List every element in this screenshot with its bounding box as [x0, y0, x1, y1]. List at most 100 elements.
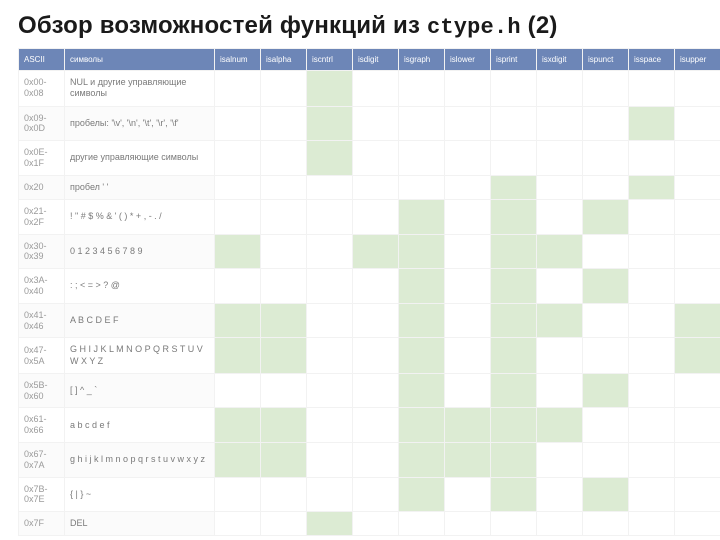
cell-isdigit — [353, 106, 399, 141]
cell-isalnum — [215, 106, 261, 141]
cell-iscntrl — [307, 512, 353, 536]
cell-isgraph — [399, 141, 445, 176]
cell-ispunct — [583, 71, 629, 107]
cell-iscntrl — [307, 303, 353, 338]
cell-isxdigit — [537, 477, 583, 512]
table-row: 0x7B-0x7E{ | } ~ — [19, 477, 720, 512]
table-head-row: ASCIIсимволыisalnumisalphaiscntrlisdigit… — [19, 49, 720, 71]
cell-islower — [445, 443, 491, 478]
cell-isgraph — [399, 106, 445, 141]
cell-isdigit — [353, 175, 399, 199]
cell-isgraph — [399, 303, 445, 338]
cell-isupper — [675, 175, 720, 199]
cell-isspace — [629, 408, 675, 443]
cell-chars: : ; < = > ? @ — [65, 269, 215, 304]
cell-isalpha — [261, 373, 307, 408]
cell-isalpha — [261, 303, 307, 338]
cell-isprint — [491, 269, 537, 304]
cell-ascii: 0x5B-0x60 — [19, 373, 65, 408]
cell-ascii: 0x0E-0x1F — [19, 141, 65, 176]
cell-isspace — [629, 512, 675, 536]
cell-isdigit — [353, 373, 399, 408]
cell-isalpha — [261, 477, 307, 512]
cell-isprint — [491, 199, 537, 234]
cell-iscntrl — [307, 106, 353, 141]
cell-chars: другие управляющие символы — [65, 141, 215, 176]
cell-isdigit — [353, 512, 399, 536]
cell-islower — [445, 106, 491, 141]
cell-isalnum — [215, 477, 261, 512]
cell-iscntrl — [307, 443, 353, 478]
table-row: 0x61-0x66a b c d e f — [19, 408, 720, 443]
cell-isalpha — [261, 269, 307, 304]
cell-chars: A B C D E F — [65, 303, 215, 338]
cell-iscntrl — [307, 71, 353, 107]
col-isxdigit: isxdigit — [537, 49, 583, 71]
cell-isalpha — [261, 106, 307, 141]
cell-isdigit — [353, 338, 399, 374]
cell-isalnum — [215, 269, 261, 304]
cell-chars: ! " # $ % & ' ( ) * + , - . / — [65, 199, 215, 234]
cell-isdigit — [353, 269, 399, 304]
col-isalnum: isalnum — [215, 49, 261, 71]
cell-ispunct — [583, 512, 629, 536]
cell-iscntrl — [307, 338, 353, 374]
cell-isdigit — [353, 234, 399, 269]
cell-isalpha — [261, 199, 307, 234]
cell-isgraph — [399, 512, 445, 536]
cell-islower — [445, 199, 491, 234]
cell-isxdigit — [537, 408, 583, 443]
title-suffix: (2) — [521, 12, 558, 39]
cell-isxdigit — [537, 373, 583, 408]
cell-ascii: 0x61-0x66 — [19, 408, 65, 443]
cell-isspace — [629, 477, 675, 512]
cell-isalnum — [215, 303, 261, 338]
cell-isupper — [675, 373, 720, 408]
col-isalpha: isalpha — [261, 49, 307, 71]
cell-islower — [445, 338, 491, 374]
col-islower: islower — [445, 49, 491, 71]
cell-isxdigit — [537, 512, 583, 536]
cell-isprint — [491, 443, 537, 478]
cell-ispunct — [583, 477, 629, 512]
cell-isdigit — [353, 443, 399, 478]
cell-ispunct — [583, 269, 629, 304]
cell-ispunct — [583, 408, 629, 443]
cell-ascii: 0x00-0x08 — [19, 71, 65, 107]
cell-isalpha — [261, 175, 307, 199]
col-ascii: ASCII — [19, 49, 65, 71]
cell-iscntrl — [307, 477, 353, 512]
cell-chars: G H I J K L M N O P Q R S T U V W X Y Z — [65, 338, 215, 374]
cell-isgraph — [399, 269, 445, 304]
table-row: 0x00-0x08NUL и другие управляющие символ… — [19, 71, 720, 107]
cell-ascii: 0x3A-0x40 — [19, 269, 65, 304]
cell-isdigit — [353, 199, 399, 234]
cell-iscntrl — [307, 408, 353, 443]
col-isspace: isspace — [629, 49, 675, 71]
cell-islower — [445, 269, 491, 304]
cell-ascii: 0x21-0x2F — [19, 199, 65, 234]
table-row: 0x5B-0x60[ ] ^ _ ` — [19, 373, 720, 408]
cell-isalnum — [215, 338, 261, 374]
cell-chars: NUL и другие управляющие символы — [65, 71, 215, 107]
cell-isprint — [491, 408, 537, 443]
cell-isupper — [675, 71, 720, 107]
cell-isdigit — [353, 71, 399, 107]
cell-isalpha — [261, 141, 307, 176]
cell-isalnum — [215, 443, 261, 478]
table-row: 0x0E-0x1Fдругие управляющие символы — [19, 141, 720, 176]
table-row: 0x3A-0x40: ; < = > ? @ — [19, 269, 720, 304]
cell-isspace — [629, 71, 675, 107]
cell-ascii: 0x09-0x0D — [19, 106, 65, 141]
cell-isalnum — [215, 199, 261, 234]
cell-isgraph — [399, 199, 445, 234]
cell-chars: DEL — [65, 512, 215, 536]
cell-ispunct — [583, 373, 629, 408]
cell-isalpha — [261, 71, 307, 107]
cell-isspace — [629, 338, 675, 374]
cell-isupper — [675, 234, 720, 269]
cell-isspace — [629, 199, 675, 234]
cell-isspace — [629, 303, 675, 338]
cell-islower — [445, 408, 491, 443]
cell-isprint — [491, 477, 537, 512]
